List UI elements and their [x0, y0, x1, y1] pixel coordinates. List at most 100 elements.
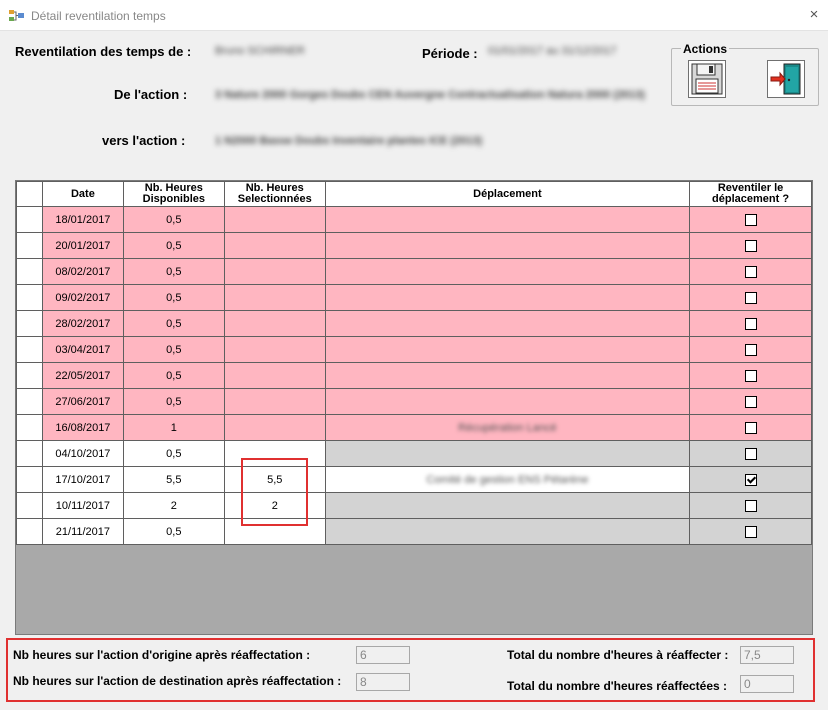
table-row[interactable]: 09/02/2017 0,5 — [16, 284, 812, 311]
sel-cell[interactable]: 5,5 — [223, 466, 326, 493]
deplacement-cell[interactable] — [324, 232, 691, 259]
sel-cell[interactable] — [223, 518, 326, 545]
reventiler-cell[interactable] — [689, 284, 812, 311]
save-button[interactable] — [688, 60, 726, 98]
deplacement-cell[interactable] — [324, 336, 691, 363]
row-selector[interactable] — [16, 206, 43, 233]
reventiler-checkbox[interactable] — [744, 447, 757, 460]
table-row[interactable]: 10/11/2017 2 2 — [16, 492, 812, 519]
deplacement-cell[interactable]: Comité de gestion ENS Pétarène — [324, 466, 691, 493]
row-selector[interactable] — [16, 388, 43, 415]
table-row[interactable]: 03/04/2017 0,5 — [16, 336, 812, 363]
deplacement-cell[interactable] — [324, 388, 691, 415]
row-selector[interactable] — [16, 310, 43, 337]
reventiler-cell[interactable] — [689, 336, 812, 363]
row-selector[interactable] — [16, 258, 43, 285]
col-header-deplacement[interactable]: Déplacement — [324, 181, 691, 207]
date-cell[interactable]: 27/06/2017 — [41, 388, 124, 415]
reventiler-checkbox[interactable] — [744, 421, 757, 434]
dispo-cell[interactable]: 0,5 — [122, 518, 225, 545]
reventiler-checkbox[interactable] — [744, 291, 757, 304]
total-a-reaffecter-field[interactable]: 7,5 — [740, 646, 794, 664]
table-row[interactable]: 22/05/2017 0,5 — [16, 362, 812, 389]
dispo-cell[interactable]: 0,5 — [122, 232, 225, 259]
deplacement-cell[interactable] — [324, 258, 691, 285]
sel-cell[interactable] — [223, 440, 326, 467]
col-header-dispo[interactable]: Nb. Heures Disponibles — [122, 181, 225, 207]
exit-button[interactable] — [767, 60, 805, 98]
sel-cell[interactable] — [223, 388, 326, 415]
dispo-cell[interactable]: 5,5 — [122, 466, 225, 493]
date-cell[interactable]: 08/02/2017 — [41, 258, 124, 285]
reventiler-cell[interactable] — [689, 414, 812, 441]
table-row[interactable]: 27/06/2017 0,5 — [16, 388, 812, 415]
dispo-cell[interactable]: 0,5 — [122, 440, 225, 467]
reventiler-cell[interactable] — [689, 492, 812, 519]
reventiler-checkbox[interactable] — [744, 369, 757, 382]
date-cell[interactable]: 17/10/2017 — [41, 466, 124, 493]
table-row[interactable]: 28/02/2017 0,5 — [16, 310, 812, 337]
sel-cell[interactable] — [223, 362, 326, 389]
sel-cell[interactable] — [223, 414, 326, 441]
reventiler-checkbox[interactable] — [744, 525, 757, 538]
total-reaffectees-field[interactable]: 0 — [740, 675, 794, 693]
deplacement-cell[interactable] — [324, 518, 691, 545]
sel-cell[interactable] — [223, 232, 326, 259]
deplacement-cell[interactable] — [324, 440, 691, 467]
table-row[interactable]: 20/01/2017 0,5 — [16, 232, 812, 259]
table-row[interactable]: 18/01/2017 0,5 — [16, 206, 812, 233]
table-row[interactable]: 17/10/2017 5,5 5,5 Comité de gestion ENS Pé… — [16, 466, 812, 493]
row-selector[interactable] — [16, 336, 43, 363]
date-cell[interactable]: 28/02/2017 — [41, 310, 124, 337]
deplacement-cell[interactable] — [324, 206, 691, 233]
table-row[interactable]: 08/02/2017 0,5 — [16, 258, 812, 285]
row-selector[interactable] — [16, 284, 43, 311]
dispo-cell[interactable]: 1 — [122, 414, 225, 441]
reventiler-cell[interactable] — [689, 258, 812, 285]
sel-cell[interactable] — [223, 206, 326, 233]
reventiler-checkbox[interactable] — [744, 499, 757, 512]
date-cell[interactable]: 21/11/2017 — [41, 518, 124, 545]
sel-cell[interactable] — [223, 310, 326, 337]
dispo-cell[interactable]: 0,5 — [122, 362, 225, 389]
dispo-cell[interactable]: 0,5 — [122, 388, 225, 415]
date-cell[interactable]: 16/08/2017 — [41, 414, 124, 441]
reventiler-checkbox[interactable] — [744, 395, 757, 408]
row-selector[interactable] — [16, 440, 43, 467]
reventiler-cell[interactable] — [689, 440, 812, 467]
dispo-cell[interactable]: 0,5 — [122, 258, 225, 285]
dispo-cell[interactable]: 0,5 — [122, 284, 225, 311]
reventiler-cell[interactable] — [689, 518, 812, 545]
row-selector[interactable] — [16, 362, 43, 389]
deplacement-cell[interactable]: Récupération Lancé — [324, 414, 691, 441]
close-icon[interactable]: × — [800, 0, 828, 31]
row-selector[interactable] — [16, 466, 43, 493]
deplacement-cell[interactable] — [324, 310, 691, 337]
col-header-sel[interactable]: Nb. Heures Selectionnées — [223, 181, 326, 207]
destination-field[interactable]: 8 — [356, 673, 410, 691]
date-cell[interactable]: 09/02/2017 — [41, 284, 124, 311]
sel-cell[interactable]: 2 — [223, 492, 326, 519]
reventiler-cell[interactable] — [689, 310, 812, 337]
reventiler-cell[interactable] — [689, 206, 812, 233]
row-selector[interactable] — [16, 492, 43, 519]
date-cell[interactable]: 18/01/2017 — [41, 206, 124, 233]
date-cell[interactable]: 10/11/2017 — [41, 492, 124, 519]
table-row[interactable]: 21/11/2017 0,5 — [16, 518, 812, 545]
table-row[interactable]: 04/10/2017 0,5 — [16, 440, 812, 467]
dispo-cell[interactable]: 0,5 — [122, 336, 225, 363]
dispo-cell[interactable]: 0,5 — [122, 310, 225, 337]
row-selector[interactable] — [16, 518, 43, 545]
reventiler-cell[interactable] — [689, 388, 812, 415]
reventiler-checkbox[interactable] — [744, 239, 757, 252]
row-selector[interactable] — [16, 232, 43, 259]
sel-cell[interactable] — [223, 284, 326, 311]
date-cell[interactable]: 03/04/2017 — [41, 336, 124, 363]
date-cell[interactable]: 22/05/2017 — [41, 362, 124, 389]
col-header-date[interactable]: Date — [41, 181, 124, 207]
table-row[interactable]: 16/08/2017 1 Récupération Lancé — [16, 414, 812, 441]
reventiler-checkbox[interactable] — [744, 473, 757, 486]
col-header-reventiler[interactable]: Reventiler le déplacement ? — [689, 181, 812, 207]
dispo-cell[interactable]: 0,5 — [122, 206, 225, 233]
reventiler-cell[interactable] — [689, 466, 812, 493]
